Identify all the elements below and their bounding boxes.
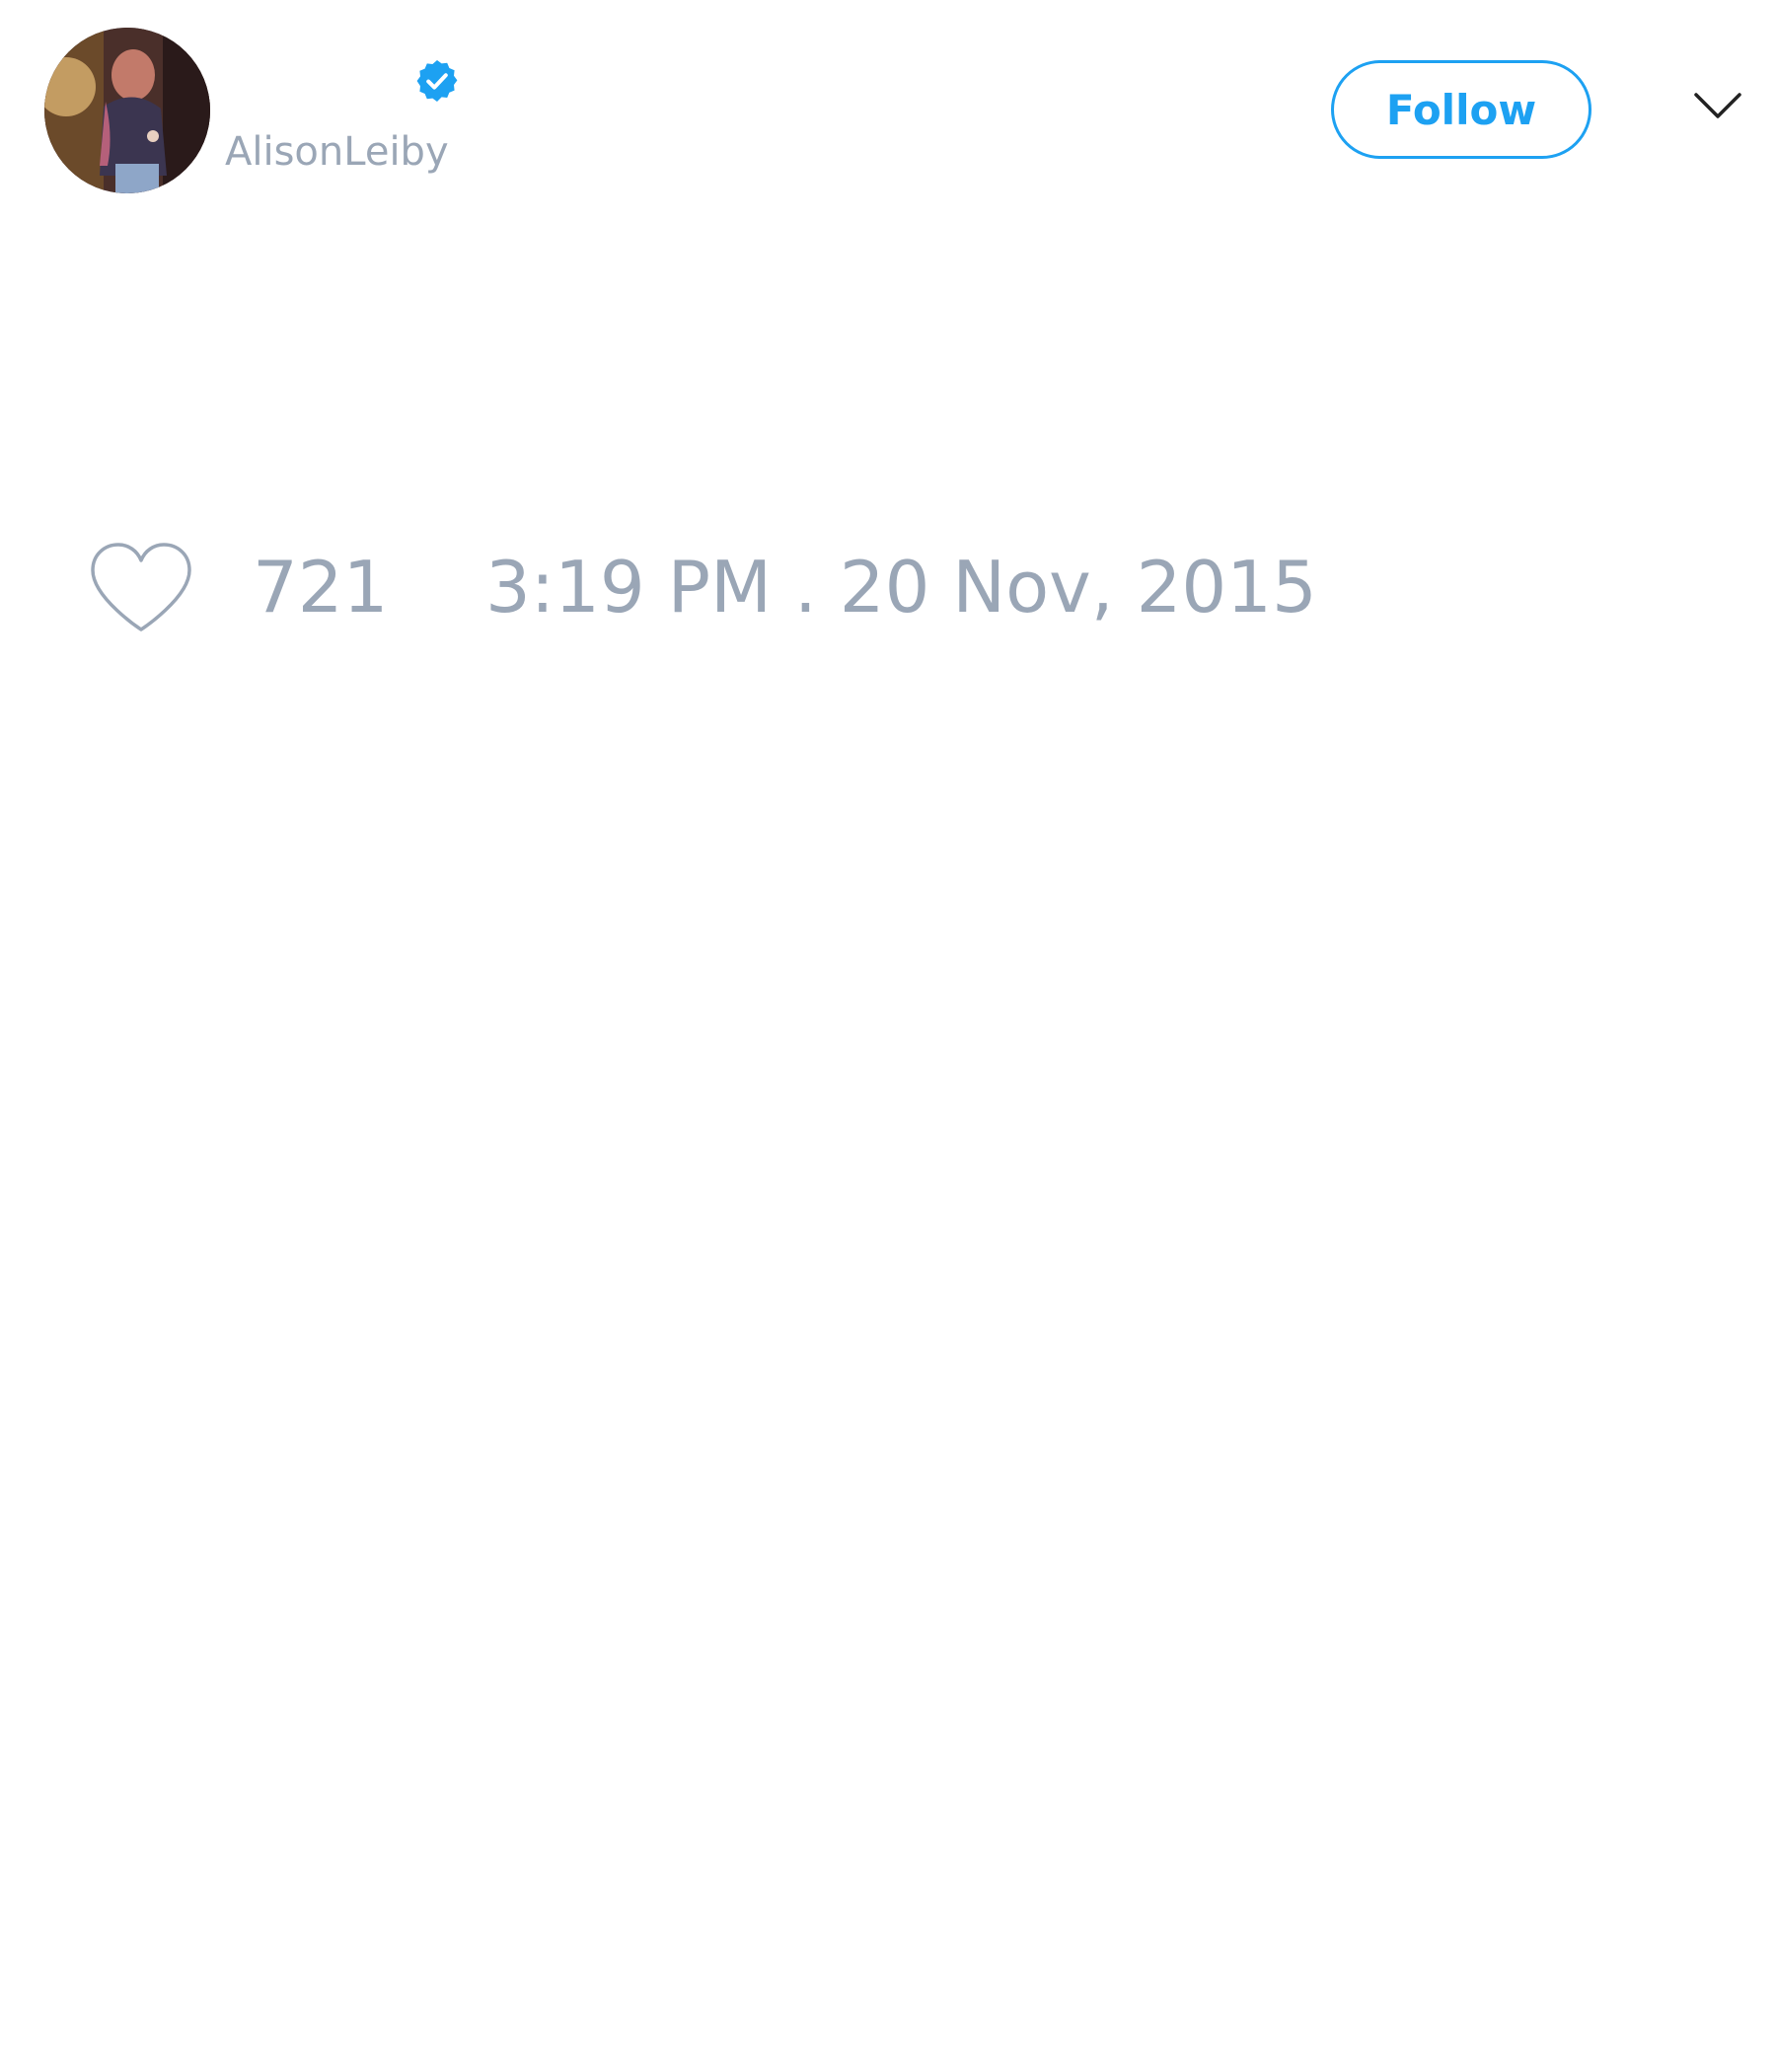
like-count: 721 [253, 546, 389, 629]
tweet-timestamp[interactable]: 3:19 PM . 20 Nov, 2015 [485, 545, 1317, 629]
author-handle[interactable]: AlisonLeiby [225, 126, 449, 178]
avatar-photo [44, 28, 210, 193]
follow-button[interactable]: Follow [1331, 60, 1591, 159]
chevron-down-icon[interactable] [1693, 91, 1742, 122]
verified-badge-icon [416, 60, 458, 102]
heart-outline-icon[interactable] [89, 541, 193, 633]
avatar[interactable] [44, 28, 210, 193]
